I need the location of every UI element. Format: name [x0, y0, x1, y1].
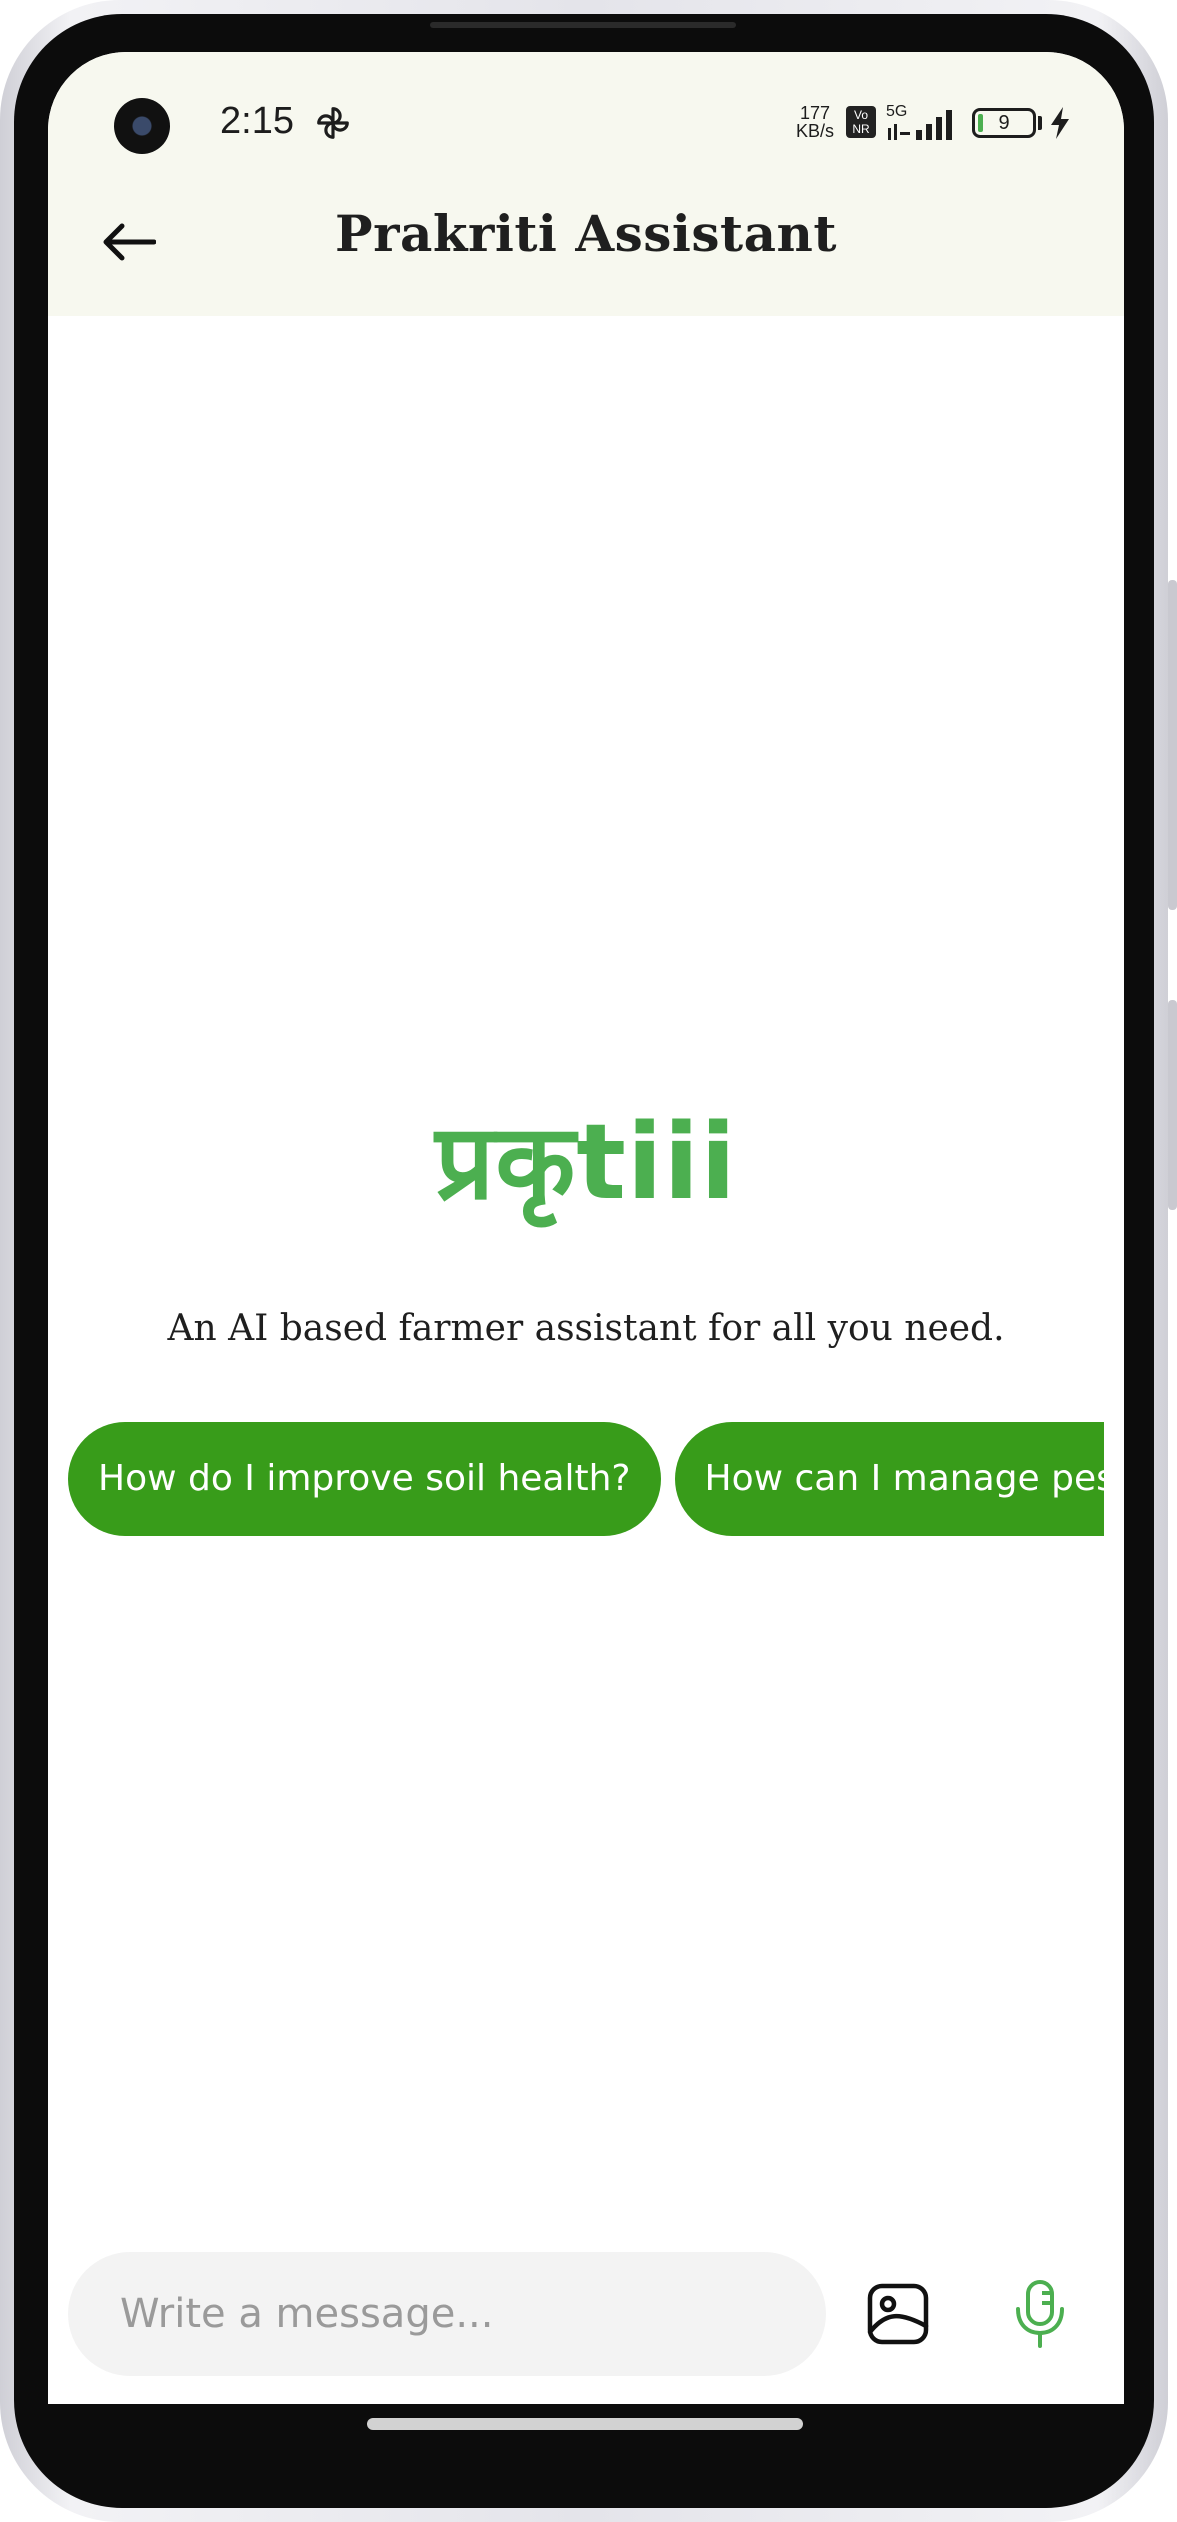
navigation-bar — [48, 2404, 1124, 2464]
volte-bottom: NR — [852, 122, 870, 136]
volume-button — [1168, 580, 1177, 910]
page-title: Prakriti Assistant — [335, 204, 837, 263]
battery-indicator: 9 — [972, 108, 1036, 138]
suggestion-list: How do I improve soil health? How can I m… — [68, 1422, 1104, 1540]
status-time: 2:15 — [220, 100, 294, 142]
network-speed-value: 177 — [799, 103, 831, 123]
home-indicator[interactable] — [367, 2418, 803, 2430]
volte-top: Vo — [853, 108, 868, 122]
tagline: An AI based farmer assistant for all you… — [167, 1308, 1005, 1349]
front-camera — [114, 98, 170, 154]
battery-tip — [1038, 116, 1042, 130]
suggestion-chip[interactable]: How can I manage pests organically? — [674, 1422, 1104, 1536]
status-bar: 2:15 177 KB/s Vo NR 5G 9 — [48, 52, 1124, 192]
network-speed-unit: KB/s — [796, 121, 835, 141]
message-input[interactable] — [68, 2252, 826, 2376]
volte-badge: Vo NR — [846, 106, 876, 138]
battery-level: 9 — [998, 112, 1010, 134]
attach-image-button[interactable] — [860, 2276, 936, 2352]
suggestion-chip[interactable]: How do I improve soil health? — [68, 1422, 661, 1536]
microphone-icon — [1016, 2280, 1064, 2348]
power-button — [1168, 1000, 1177, 1210]
network-type: 5G — [886, 103, 907, 120]
battery-fill — [978, 114, 983, 132]
charging-bolt-icon — [1051, 107, 1069, 139]
microphone-button[interactable] — [1000, 2272, 1080, 2356]
earpiece-speaker — [430, 22, 736, 28]
signal-strength-icon: 5G — [886, 103, 952, 140]
network-speed: 177 KB/s — [796, 104, 834, 140]
pinwheel-icon — [317, 107, 349, 139]
image-icon — [867, 2283, 929, 2345]
app-logo: प्रकृtiii — [435, 1101, 737, 1223]
app-screen: 2:15 177 KB/s Vo NR 5G 9 Prakriti Assist… — [48, 52, 1124, 2404]
